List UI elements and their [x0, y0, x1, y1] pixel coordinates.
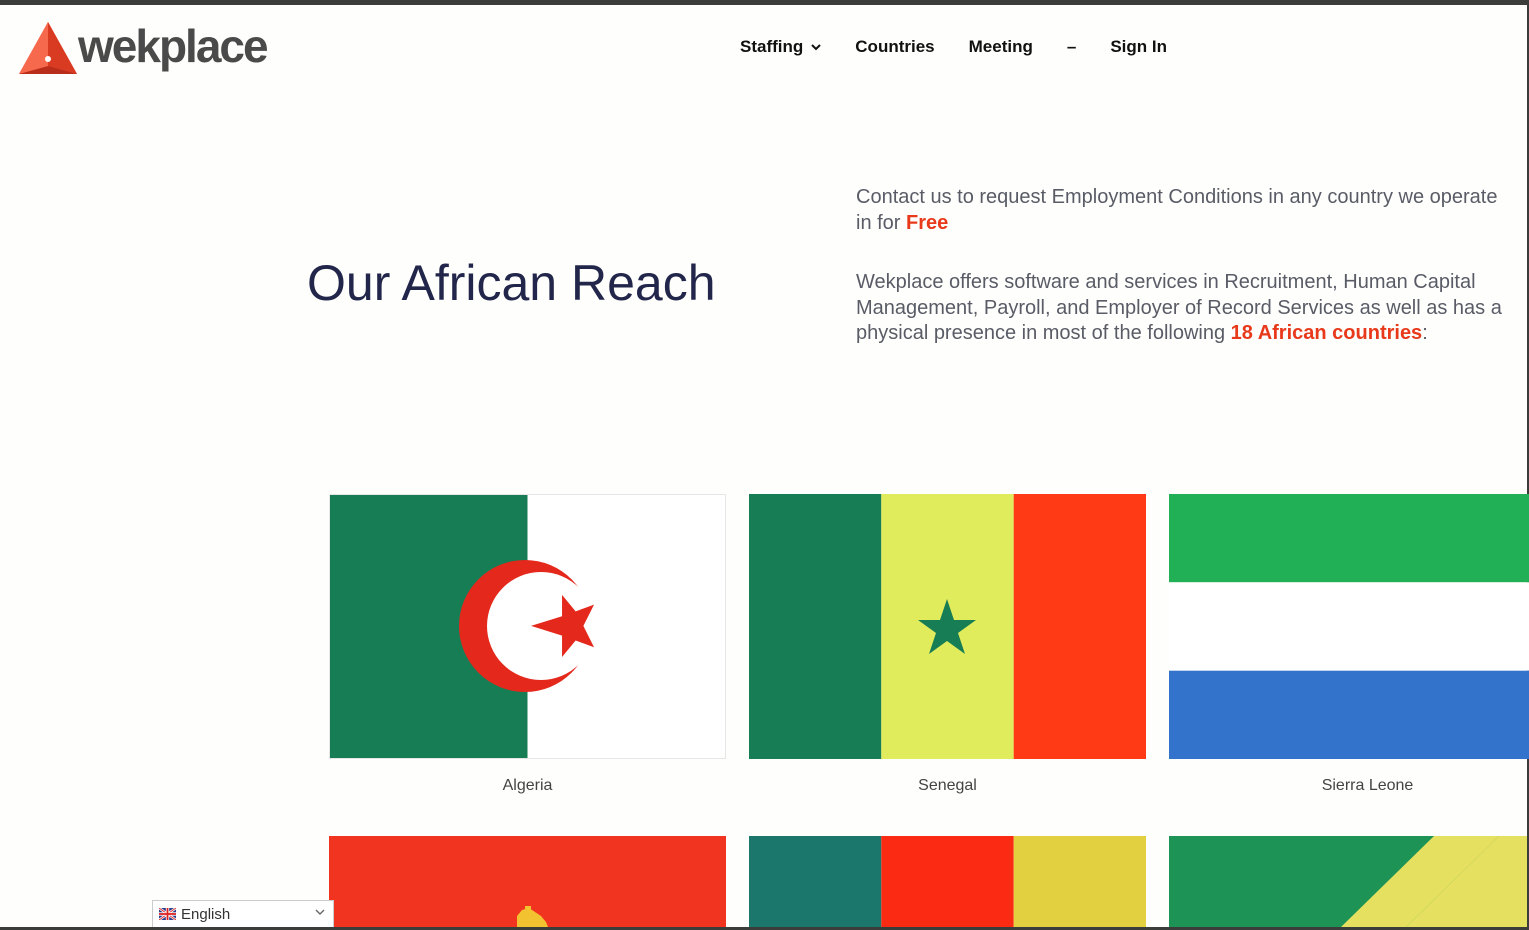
nav-countries[interactable]: Countries — [855, 37, 934, 57]
senegal-flag[interactable] — [749, 494, 1146, 759]
countries-count-highlight: 18 African countries — [1230, 322, 1423, 344]
guinea-flag[interactable] — [749, 836, 1146, 927]
hero-description: Contact us to request Employment Conditi… — [856, 185, 1516, 347]
nav-separator: – — [1066, 37, 1077, 56]
algeria-flag[interactable] — [329, 494, 726, 759]
top-border — [0, 0, 1529, 5]
page-title: Our African Reach — [307, 255, 716, 311]
uk-flag-icon — [159, 908, 176, 920]
country-name-algeria: Algeria — [502, 777, 553, 794]
chevron-down-icon — [315, 909, 325, 915]
nav-staffing[interactable]: Staffing — [740, 37, 821, 57]
angola-flag[interactable] — [329, 836, 726, 927]
hero-p2-end: : — [1422, 322, 1428, 344]
free-highlight: Free — [906, 211, 949, 234]
language-selector[interactable]: English — [152, 900, 334, 928]
hero-paragraph-1: Contact us to request Employment Conditi… — [856, 185, 1516, 236]
chevron-down-icon — [811, 43, 821, 50]
logo-triangle-icon — [19, 22, 77, 74]
nav-meeting[interactable]: Meeting — [969, 37, 1033, 57]
congo-flag[interactable] — [1169, 836, 1527, 927]
country-name-sierra-leone: Sierra Leone — [1321, 777, 1414, 794]
main-nav: Staffing Countries Meeting – Sign In — [740, 34, 1201, 60]
language-label: English — [181, 905, 231, 923]
brand-name: wekplace — [78, 20, 269, 72]
hero-paragraph-2: Wekplace offers software and services in… — [856, 270, 1516, 347]
brand-logo[interactable]: wekplace — [18, 20, 269, 76]
sierra-leone-flag[interactable] — [1169, 494, 1529, 759]
country-name-senegal: Senegal — [918, 777, 977, 794]
hero-p1-text: Contact us to request Employment Conditi… — [856, 186, 1498, 234]
sign-in-link[interactable]: Sign In — [1110, 37, 1167, 57]
nav-staffing-label: Staffing — [740, 37, 804, 56]
